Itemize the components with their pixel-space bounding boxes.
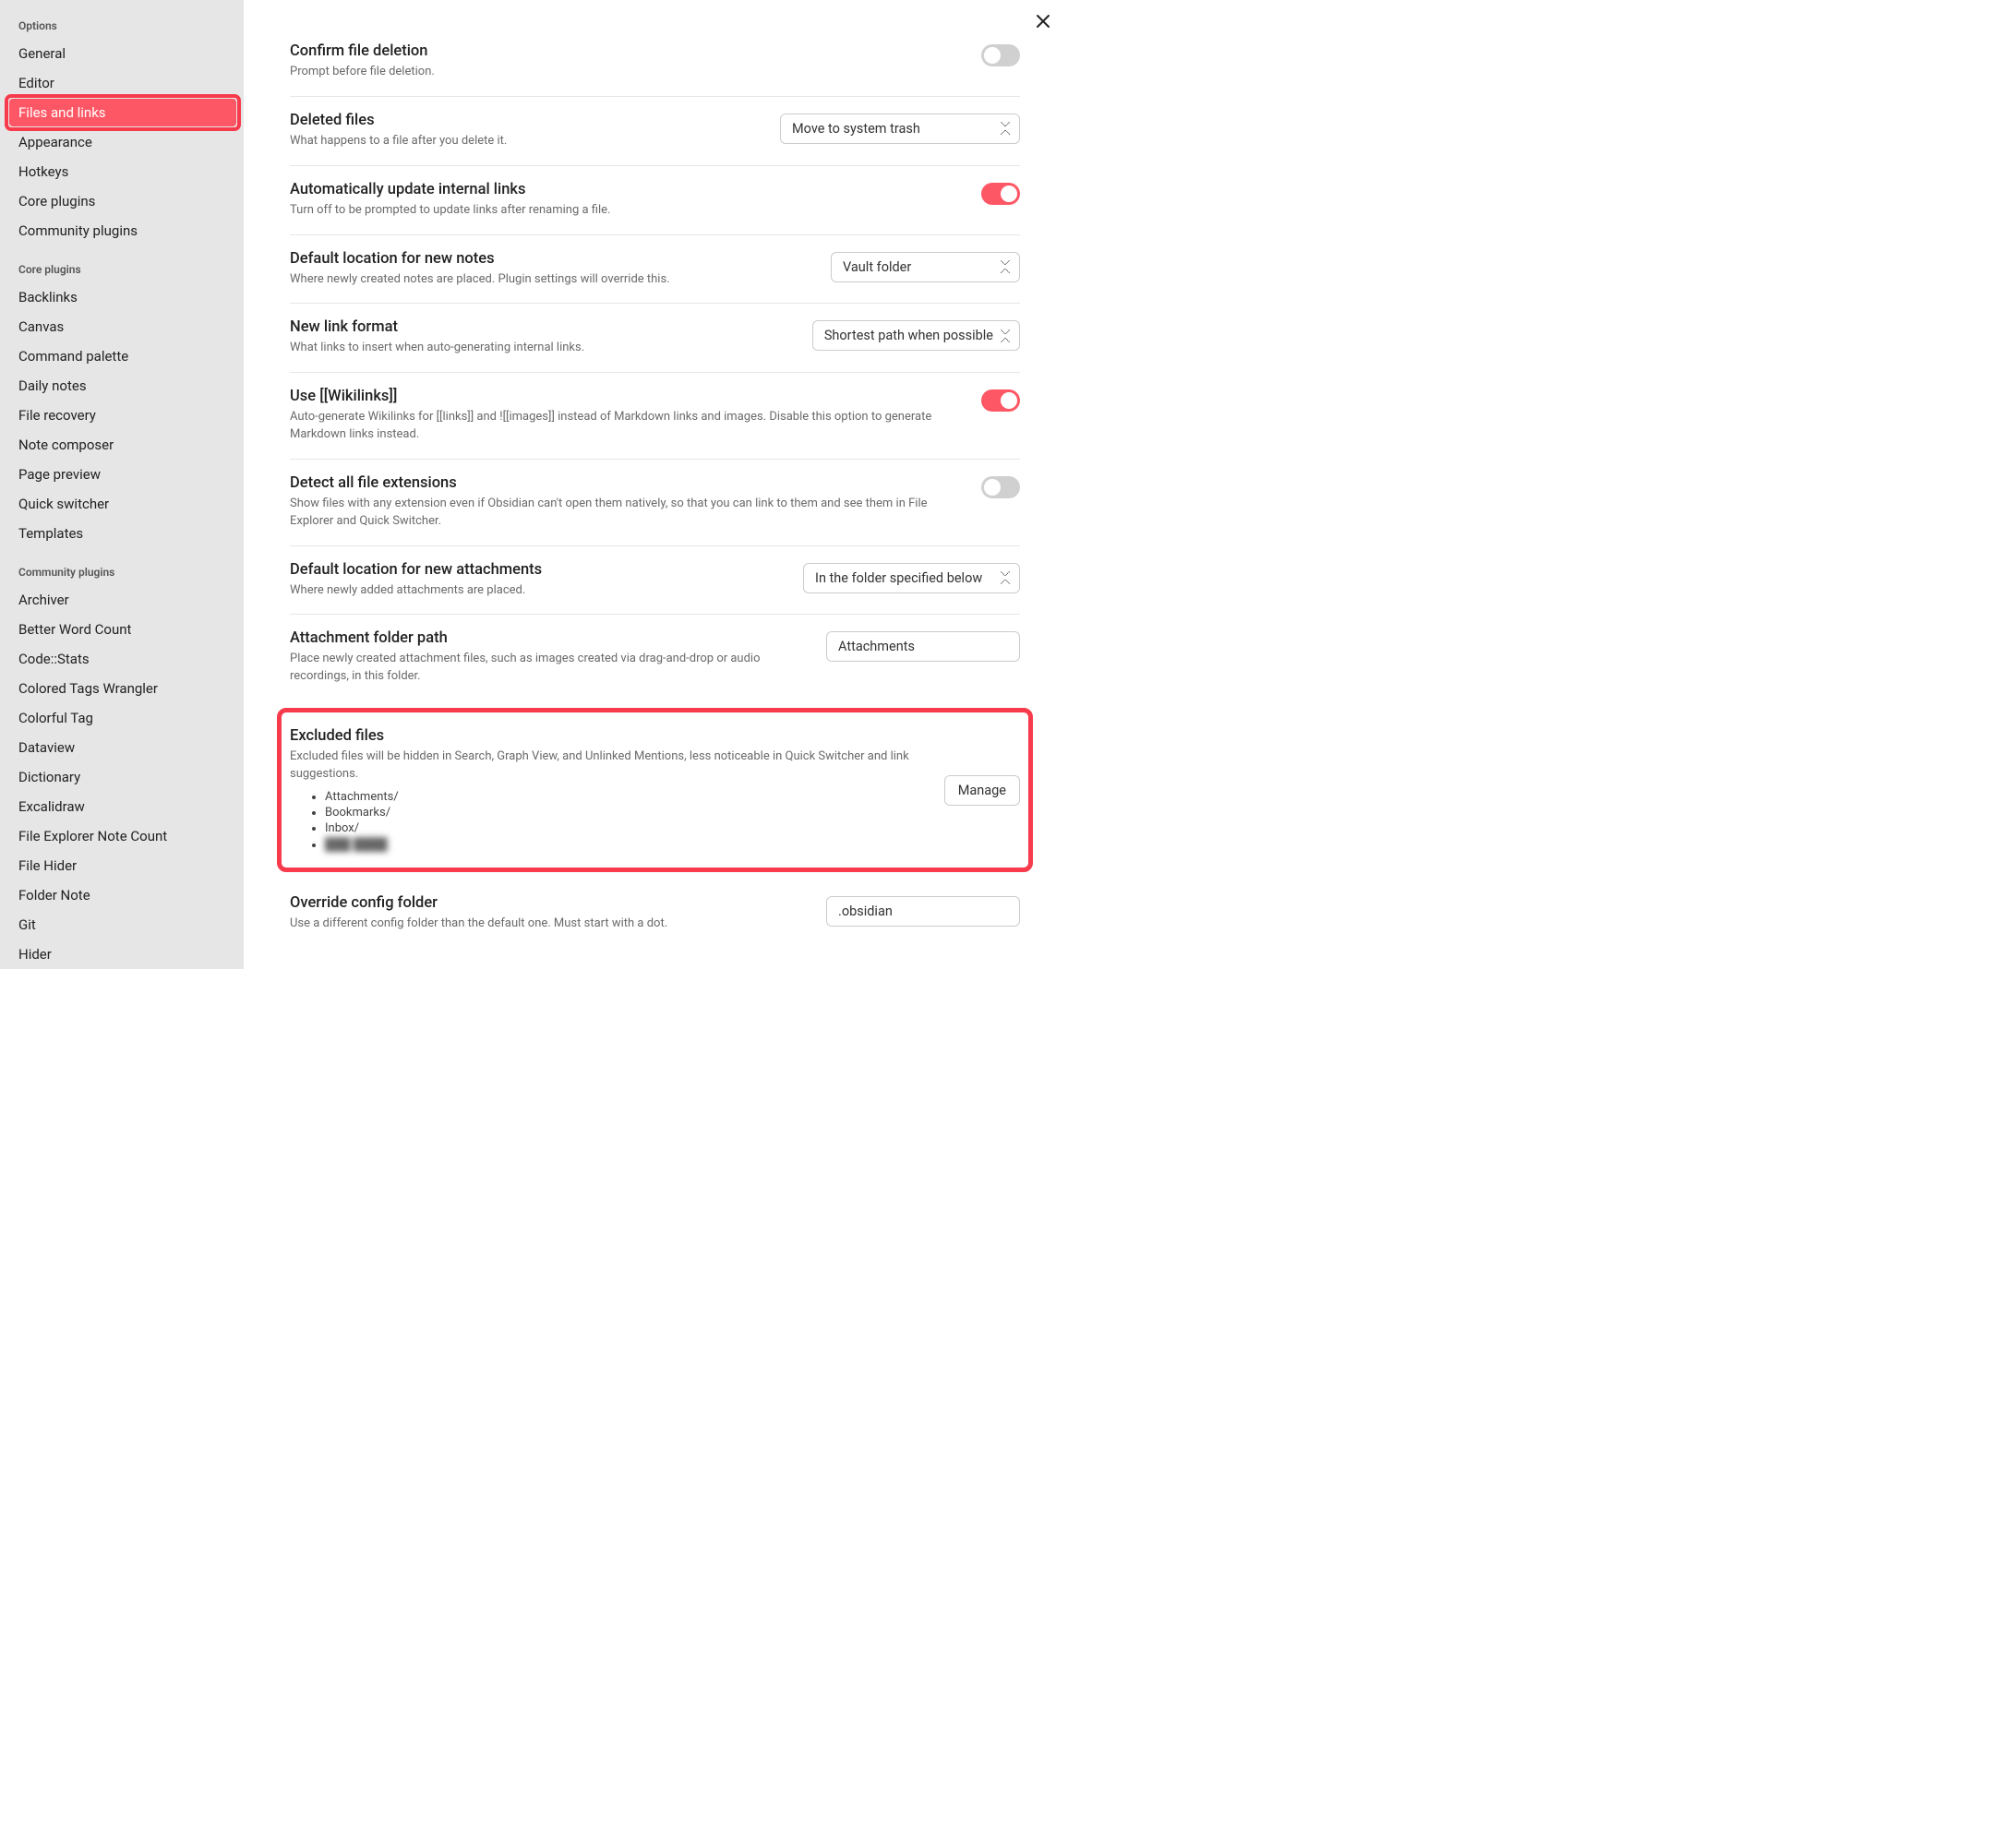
setting-title: Default location for new notes xyxy=(290,250,812,268)
setting-title: Confirm file deletion xyxy=(290,42,963,60)
sidebar-item-files-and-links[interactable]: Files and links xyxy=(9,99,236,126)
sidebar-item-git[interactable]: Git xyxy=(9,911,236,939)
sidebar-item-excalidraw[interactable]: Excalidraw xyxy=(9,793,236,820)
sidebar-item-dictionary[interactable]: Dictionary xyxy=(9,763,236,791)
setting-desc: Turn off to be prompted to update links … xyxy=(290,202,963,220)
sidebar-item-note-composer[interactable]: Note composer xyxy=(9,431,236,459)
sidebar-item-better-word-count[interactable]: Better Word Count xyxy=(9,616,236,643)
setting-new-link-format: New link format What links to insert whe… xyxy=(290,304,1020,373)
close-button[interactable] xyxy=(1031,9,1055,39)
setting-desc: Show files with any extension even if Ob… xyxy=(290,496,963,531)
config-folder-input[interactable] xyxy=(826,896,1020,927)
setting-detect-extensions: Detect all file extensions Show files wi… xyxy=(290,460,1020,546)
sidebar-section-title: Core plugins xyxy=(9,257,236,281)
sidebar-item-templates[interactable]: Templates xyxy=(9,520,236,547)
sidebar-item-command-palette[interactable]: Command palette xyxy=(9,342,236,370)
setting-title: Override config folder xyxy=(290,894,808,912)
setting-desc: Prompt before file deletion. xyxy=(290,64,963,81)
sidebar-item-backlinks[interactable]: Backlinks xyxy=(9,283,236,311)
close-icon xyxy=(1035,13,1051,30)
setting-title: Attachment folder path xyxy=(290,629,808,647)
wikilinks-toggle[interactable] xyxy=(981,389,1020,412)
excluded-item: ███ ████ xyxy=(325,836,926,853)
setting-deleted-files: Deleted files What happens to a file aft… xyxy=(290,97,1020,166)
setting-title: Automatically update internal links xyxy=(290,181,963,198)
sidebar-item-file-recovery[interactable]: File recovery xyxy=(9,401,236,429)
sidebar-item-canvas[interactable]: Canvas xyxy=(9,313,236,341)
setting-attachment-path: Attachment folder path Place newly creat… xyxy=(290,615,1020,700)
setting-desc: Where newly added attachments are placed… xyxy=(290,582,785,600)
sidebar-item-community-plugins[interactable]: Community plugins xyxy=(9,217,236,245)
sidebar-item-colorful-tag[interactable]: Colorful Tag xyxy=(9,704,236,732)
setting-auto-update-links: Automatically update internal links Turn… xyxy=(290,166,1020,235)
sidebar-item-hotkeys[interactable]: Hotkeys xyxy=(9,158,236,185)
sidebar-item-file-hider[interactable]: File Hider xyxy=(9,852,236,880)
attachment-location-dropdown[interactable]: In the folder specified below xyxy=(803,563,1020,593)
attachment-path-input[interactable] xyxy=(826,631,1020,662)
sidebar-item-appearance[interactable]: Appearance xyxy=(9,128,236,156)
setting-desc: What links to insert when auto-generatin… xyxy=(290,340,794,357)
sidebar-item-dataview[interactable]: Dataview xyxy=(9,734,236,761)
setting-desc: Auto-generate Wikilinks for [[links]] an… xyxy=(290,409,963,444)
new-link-format-dropdown[interactable]: Shortest path when possible xyxy=(812,320,1020,351)
sidebar-section-title: Options xyxy=(9,14,236,38)
sidebar-item-colored-tags-wrangler[interactable]: Colored Tags Wrangler xyxy=(9,675,236,702)
advanced-heading: Advanced xyxy=(290,948,1020,969)
confirm-delete-toggle[interactable] xyxy=(981,44,1020,66)
sidebar-item-general[interactable]: General xyxy=(9,40,236,67)
auto-update-links-toggle[interactable] xyxy=(981,183,1020,205)
setting-confirm-delete: Confirm file deletion Prompt before file… xyxy=(290,28,1020,97)
manage-excluded-button[interactable]: Manage xyxy=(944,775,1020,806)
sidebar-item-core-plugins[interactable]: Core plugins xyxy=(9,187,236,215)
excluded-item: Inbox/ xyxy=(325,820,926,836)
setting-desc: What happens to a file after you delete … xyxy=(290,133,762,150)
setting-desc: Place newly created attachment files, su… xyxy=(290,651,808,686)
detect-extensions-toggle[interactable] xyxy=(981,476,1020,498)
setting-title: Default location for new attachments xyxy=(290,561,785,579)
setting-desc: Use a different config folder than the d… xyxy=(290,916,808,933)
sidebar-item-page-preview[interactable]: Page preview xyxy=(9,461,236,488)
setting-config-folder: Override config folder Use a different c… xyxy=(290,880,1020,948)
setting-wikilinks: Use [[Wikilinks]] Auto-generate Wikilink… xyxy=(290,373,1020,460)
sidebar-item-archiver[interactable]: Archiver xyxy=(9,586,236,614)
sidebar-item-folder-note[interactable]: Folder Note xyxy=(9,881,236,909)
sidebar-item-daily-notes[interactable]: Daily notes xyxy=(9,372,236,400)
setting-title: New link format xyxy=(290,318,794,336)
sidebar-item-quick-switcher[interactable]: Quick switcher xyxy=(9,490,236,518)
setting-excluded-files: Excluded files Excluded files will be hi… xyxy=(290,712,1020,868)
setting-title: Excluded files xyxy=(290,727,926,745)
setting-title: Detect all file extensions xyxy=(290,474,963,492)
settings-sidebar: OptionsGeneralEditorFiles and linksAppea… xyxy=(0,0,244,969)
excluded-item: Attachments/ xyxy=(325,789,926,805)
sidebar-item-file-explorer-note-count[interactable]: File Explorer Note Count xyxy=(9,822,236,850)
sidebar-item-code-stats[interactable]: Code::Stats xyxy=(9,645,236,673)
setting-new-note-location: Default location for new notes Where new… xyxy=(290,235,1020,305)
sidebar-item-hider[interactable]: Hider xyxy=(9,940,236,968)
setting-title: Deleted files xyxy=(290,112,762,129)
excluded-list: Attachments/Bookmarks/Inbox/███ ████ xyxy=(290,789,926,853)
sidebar-item-editor[interactable]: Editor xyxy=(9,69,236,97)
new-note-location-dropdown[interactable]: Vault folder xyxy=(831,252,1020,282)
setting-desc: Excluded files will be hidden in Search,… xyxy=(290,748,926,784)
sidebar-section-title: Community plugins xyxy=(9,560,236,584)
setting-desc: Where newly created notes are placed. Pl… xyxy=(290,271,812,289)
setting-title: Use [[Wikilinks]] xyxy=(290,388,963,405)
deleted-files-dropdown[interactable]: Move to system trash xyxy=(780,114,1020,144)
settings-main: Confirm file deletion Prompt before file… xyxy=(244,0,1066,969)
excluded-files-highlight: Excluded files Excluded files will be hi… xyxy=(277,708,1033,872)
setting-attachment-location: Default location for new attachments Whe… xyxy=(290,546,1020,616)
excluded-item: Bookmarks/ xyxy=(325,805,926,820)
